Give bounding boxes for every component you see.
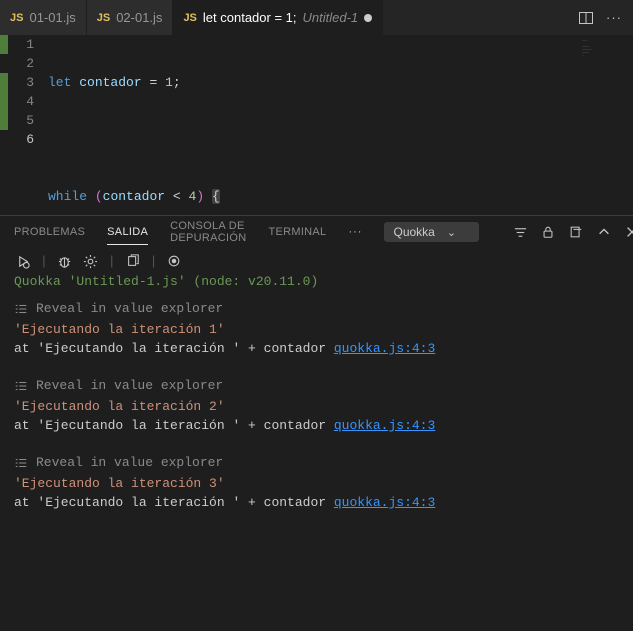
tab-file-1[interactable]: JS 01-01.js <box>0 0 87 35</box>
tab-file-3-active[interactable]: JS let contador = 1; Untitled-1 <box>173 0 383 35</box>
panel-tab-problems[interactable]: PROBLEMAS <box>14 220 85 244</box>
trace-link[interactable]: quokka.js:4:3 <box>334 341 435 356</box>
log-entry: Reveal in value explorer 'Ejecutando la … <box>14 453 619 512</box>
split-editor-icon[interactable] <box>577 9 595 27</box>
reveal-in-value-explorer[interactable]: Reveal in value explorer <box>14 376 619 395</box>
list-icon <box>14 379 28 393</box>
reveal-in-value-explorer[interactable]: Reveal in value explorer <box>14 453 619 472</box>
log-entry: Reveal in value explorer 'Ejecutando la … <box>14 376 619 435</box>
list-icon <box>14 302 28 316</box>
log-value: 'Ejecutando la iteración 3' <box>14 474 619 493</box>
tab-sublabel: Untitled-1 <box>303 10 359 25</box>
list-icon <box>14 456 28 470</box>
tab-label: 02-01.js <box>116 10 162 25</box>
close-panel-icon[interactable] <box>623 223 633 241</box>
quokka-toolbar: | | | <box>0 248 633 272</box>
panel-tab-debug-console[interactable]: CONSOLA DE DEPURACIÓN <box>170 214 246 250</box>
chevron-down-icon: ⌄ <box>447 227 456 239</box>
filter-icon[interactable] <box>511 223 529 241</box>
chevron-up-icon[interactable] <box>595 223 613 241</box>
tabbar-actions: ··· <box>567 0 633 35</box>
tabbar-spacer <box>383 0 567 35</box>
editor-tabbar: JS 01-01.js JS 02-01.js JS let contador … <box>0 0 633 35</box>
js-icon: JS <box>10 12 23 24</box>
line-number-gutter: 1 2 3 4 5 6 <box>8 35 48 215</box>
lock-scroll-icon[interactable] <box>539 223 557 241</box>
panel-tabbar: PROBLEMAS SALIDA CONSOLA DE DEPURACIÓN T… <box>0 216 633 248</box>
log-value: 'Ejecutando la iteración 1' <box>14 320 619 339</box>
js-icon: JS <box>97 12 110 24</box>
log-value: 'Ejecutando la iteración 2' <box>14 397 619 416</box>
output-body: Reveal in value explorer 'Ejecutando la … <box>0 299 633 530</box>
panel-more-icon[interactable]: ··· <box>348 226 362 238</box>
bottom-panel: PROBLEMAS SALIDA CONSOLA DE DEPURACIÓN T… <box>0 215 633 631</box>
log-trace: at 'Ejecutando la iteración ' + contador… <box>14 339 619 358</box>
reveal-in-value-explorer[interactable]: Reveal in value explorer <box>14 299 619 318</box>
panel-tab-terminal[interactable]: TERMINAL <box>268 220 326 244</box>
quokka-header: Quokka 'Untitled-1.js' (node: v20.11.0) <box>0 272 633 299</box>
code-area[interactable]: let contador = 1; while (contador < 4) {… <box>48 35 633 215</box>
tab-file-2[interactable]: JS 02-01.js <box>87 0 174 35</box>
tab-label: let contador = 1; <box>203 10 297 25</box>
dirty-indicator-icon <box>364 14 372 22</box>
more-actions-icon[interactable]: ··· <box>605 9 623 27</box>
minimap[interactable]: ▬▬▬▬ ▬▬▬▬▬▬▬▬▬▬▬▬▬▬▬▬▬▬▬▬▬ <box>578 35 633 215</box>
log-trace: at 'Ejecutando la iteración ' + contador… <box>14 416 619 435</box>
clear-output-icon[interactable] <box>567 223 585 241</box>
log-trace: at 'Ejecutando la iteración ' + contador… <box>14 493 619 512</box>
trace-link[interactable]: quokka.js:4:3 <box>334 418 435 433</box>
copy-icon[interactable] <box>124 252 142 270</box>
code-editor[interactable]: 1 2 3 4 5 6 let contador = 1; while (con… <box>0 35 633 215</box>
bug-icon[interactable] <box>56 252 74 270</box>
trace-link[interactable]: quokka.js:4:3 <box>334 495 435 510</box>
log-entry: Reveal in value explorer 'Ejecutando la … <box>14 299 619 358</box>
quokka-marker-column <box>0 35 8 215</box>
record-icon[interactable] <box>165 252 183 270</box>
panel-tab-output[interactable]: SALIDA <box>107 220 148 245</box>
tab-label: 01-01.js <box>29 10 75 25</box>
run-icon[interactable] <box>14 252 32 270</box>
gear-icon[interactable] <box>82 252 100 270</box>
js-icon: JS <box>183 12 196 24</box>
output-source-select[interactable]: Quokka⌄ <box>384 222 479 242</box>
